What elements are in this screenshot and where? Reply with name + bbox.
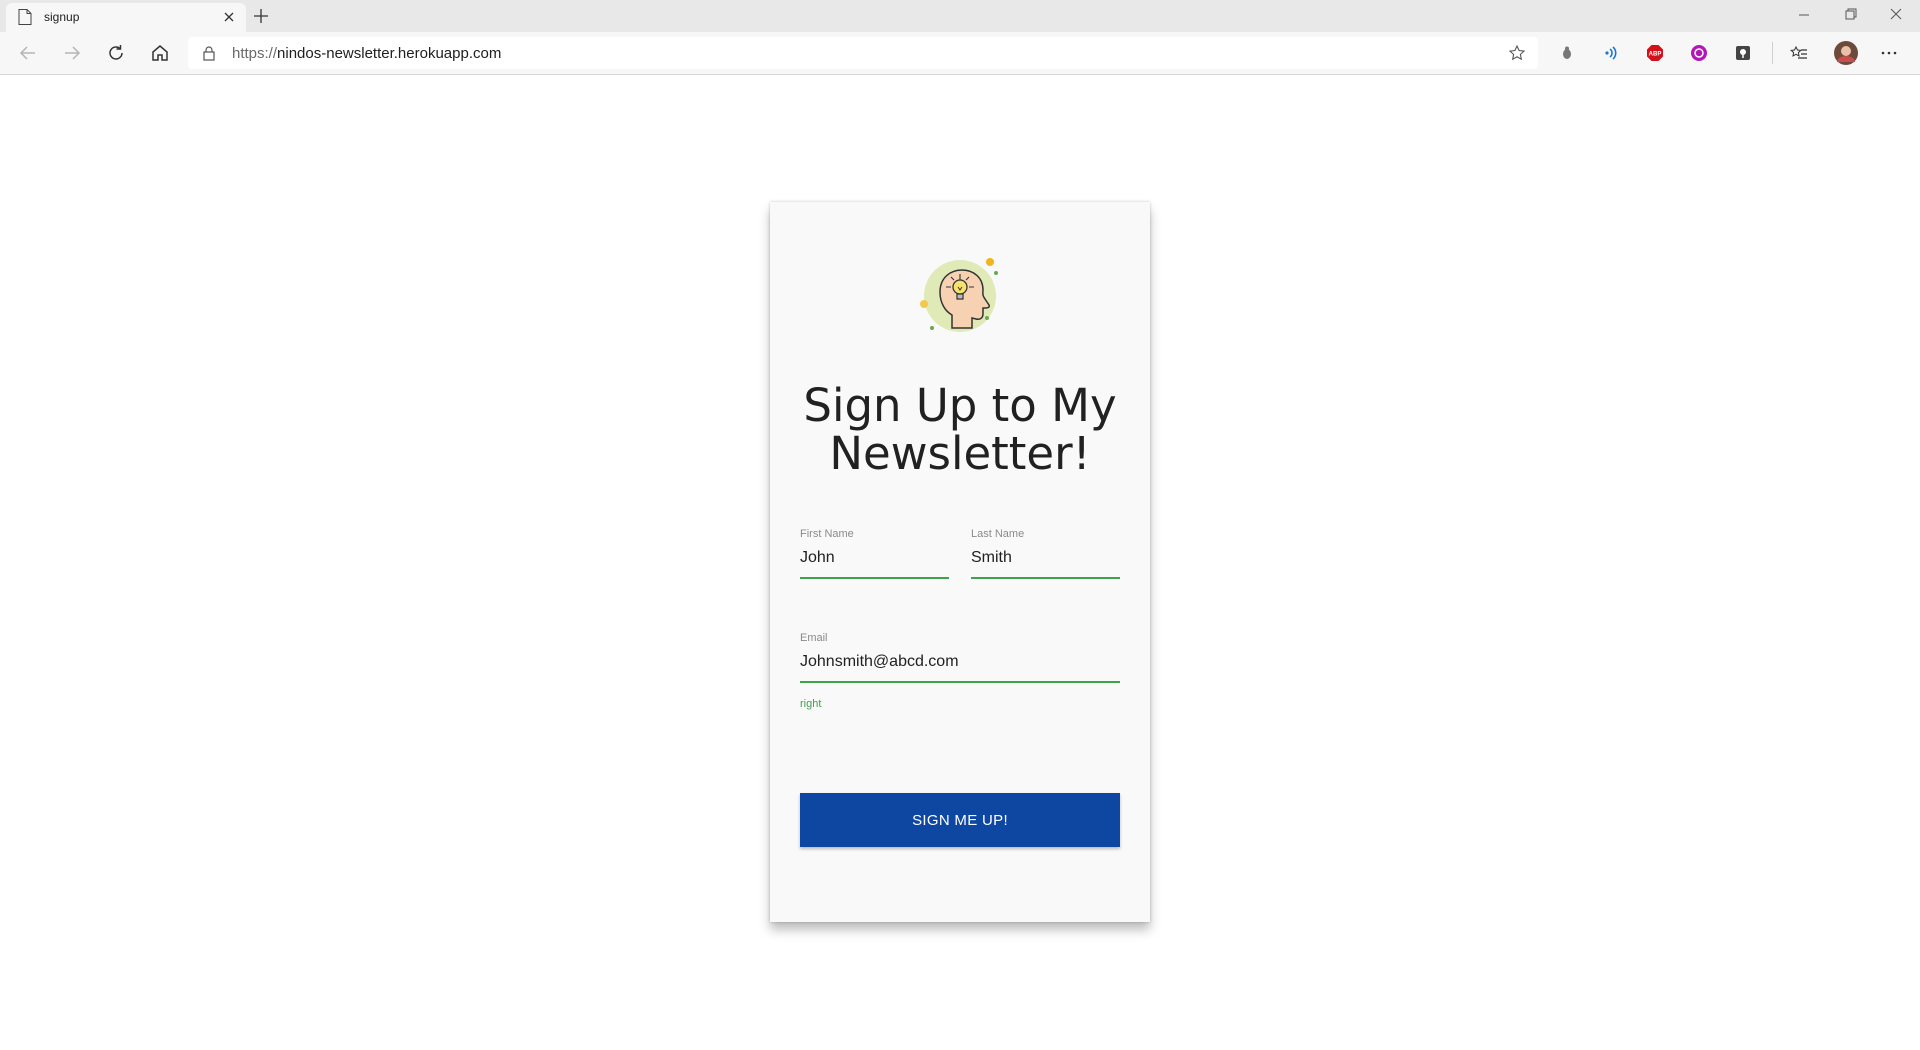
minimize-icon[interactable] bbox=[1792, 5, 1816, 25]
refresh-icon[interactable] bbox=[104, 41, 128, 65]
favorites-icon[interactable] bbox=[1790, 44, 1808, 62]
first-name-field[interactable]: First Name John bbox=[800, 528, 949, 579]
svg-text:ABP: ABP bbox=[1649, 52, 1662, 58]
last-name-label: Last Name bbox=[971, 528, 1025, 540]
restore-icon[interactable] bbox=[1838, 5, 1862, 25]
home-icon[interactable] bbox=[148, 41, 172, 65]
extension-icon[interactable] bbox=[1690, 44, 1708, 62]
email-label: Email bbox=[800, 632, 828, 644]
lock-icon bbox=[203, 46, 215, 61]
page-icon bbox=[18, 9, 32, 25]
sign-me-up-button[interactable]: SIGN ME UP! bbox=[800, 793, 1120, 847]
forward-icon[interactable] bbox=[60, 41, 84, 65]
browser-toolbar: https://nindos-newsletter.herokuapp.com … bbox=[0, 32, 1920, 75]
more-icon[interactable] bbox=[1880, 44, 1898, 62]
url-protocol: https:// bbox=[232, 45, 278, 62]
first-name-label: First Name bbox=[800, 528, 854, 540]
url-host: nindos-newsletter.herokuapp.com bbox=[277, 45, 502, 62]
close-icon[interactable] bbox=[222, 10, 236, 24]
email-field[interactable]: Email Johnsmith@abcd.com bbox=[800, 632, 1120, 683]
brain-idea-icon bbox=[920, 258, 998, 332]
bug-icon[interactable] bbox=[1558, 44, 1576, 62]
page-title: Sign Up to My Newsletter! bbox=[803, 379, 1117, 480]
browser-tab[interactable]: signup bbox=[6, 3, 246, 32]
tab-title: signup bbox=[44, 10, 80, 24]
reader-icon[interactable] bbox=[1734, 44, 1752, 62]
close-window-icon[interactable] bbox=[1884, 5, 1908, 25]
last-name-field[interactable]: Last Name Smith bbox=[971, 528, 1120, 579]
url-text[interactable]: https://nindos-newsletter.herokuapp.com bbox=[232, 45, 501, 62]
tab-strip: signup bbox=[0, 0, 1920, 32]
wifi-icon[interactable] bbox=[1602, 44, 1620, 62]
signup-card: Sign Up to My Newsletter! First Name Joh… bbox=[770, 202, 1150, 922]
first-name-input[interactable]: John bbox=[800, 548, 949, 579]
avatar[interactable] bbox=[1834, 41, 1858, 65]
star-icon[interactable] bbox=[1508, 44, 1526, 62]
plus-icon[interactable] bbox=[252, 7, 270, 25]
last-name-input[interactable]: Smith bbox=[971, 548, 1120, 579]
toolbar-separator bbox=[1772, 42, 1773, 64]
address-bar[interactable]: https://nindos-newsletter.herokuapp.com bbox=[188, 37, 1538, 69]
email-helper-text: right bbox=[800, 698, 822, 710]
adblock-icon[interactable]: ABP bbox=[1646, 44, 1664, 62]
back-icon[interactable] bbox=[16, 41, 40, 65]
email-input[interactable]: Johnsmith@abcd.com bbox=[800, 652, 1120, 683]
